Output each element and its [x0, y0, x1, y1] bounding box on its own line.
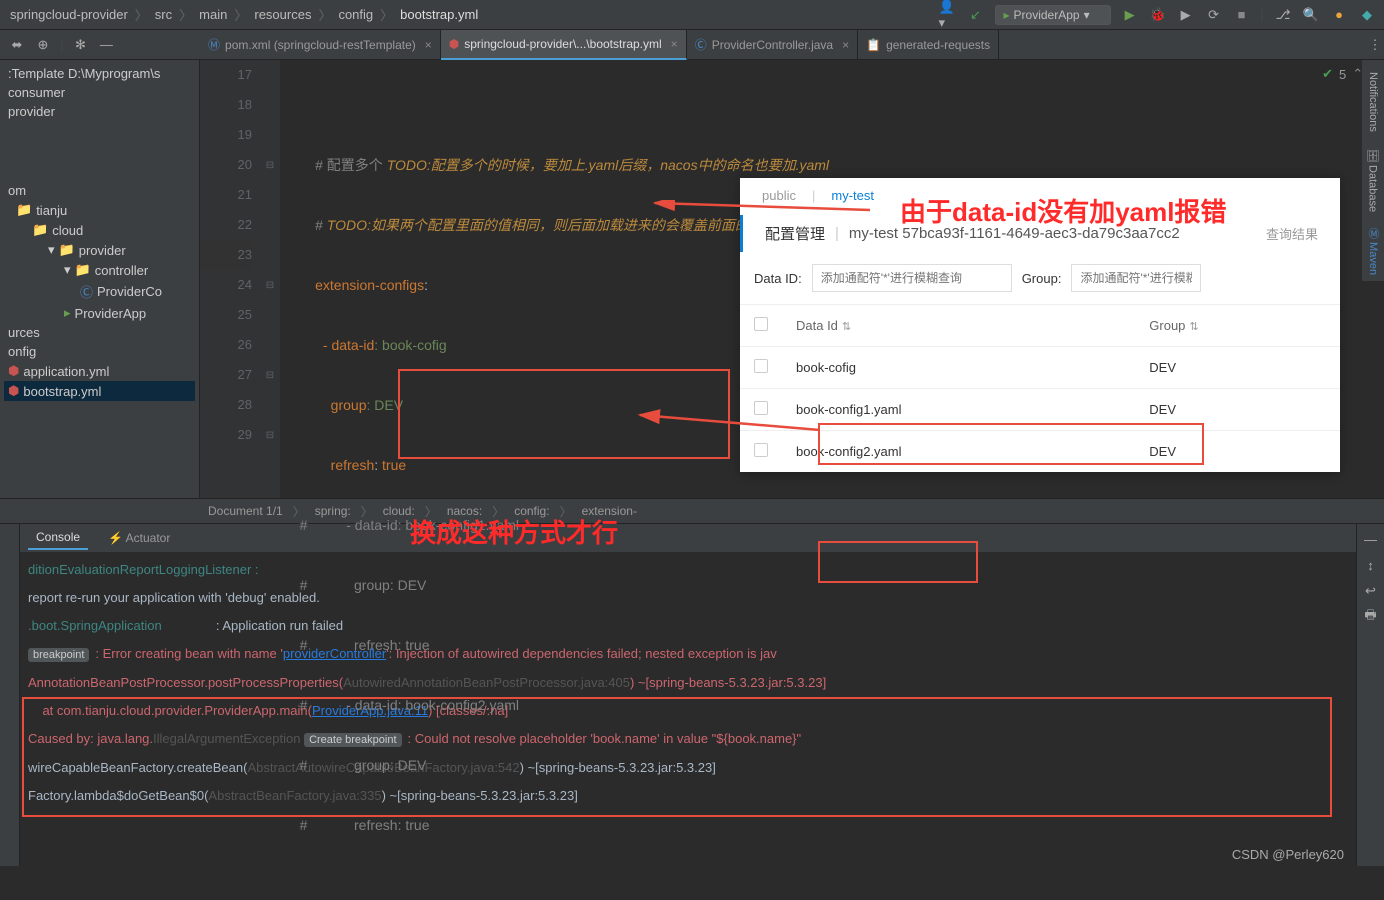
- vcs-branch-icon[interactable]: ⎇: [1274, 6, 1292, 24]
- tree-item[interactable]: consumer: [4, 83, 195, 102]
- dataid-input[interactable]: [812, 264, 1012, 292]
- th-dataid[interactable]: Data Id⇅: [782, 305, 1135, 347]
- sort-icon[interactable]: ⇅: [842, 321, 851, 333]
- tree-item[interactable]: 📁tianju: [4, 200, 195, 220]
- checkbox[interactable]: [754, 443, 768, 457]
- close-icon[interactable]: ×: [671, 37, 678, 51]
- table-row[interactable]: book-cofigDEV: [740, 347, 1340, 389]
- group-input[interactable]: [1071, 264, 1201, 292]
- project-tree: :Template D:\Myprogram\s consumer provid…: [0, 60, 200, 498]
- ide-icon[interactable]: ◆: [1358, 6, 1376, 24]
- coverage-icon[interactable]: ▶: [1177, 6, 1195, 24]
- config-table: Data Id⇅ Group⇅ book-cofigDEV book-confi…: [740, 304, 1340, 472]
- tree-item[interactable]: ▾ 📁controller: [4, 260, 195, 280]
- run-config-label: ProviderApp: [1014, 8, 1080, 22]
- tab-actuator[interactable]: ⚡ Actuator: [100, 527, 178, 549]
- th-group[interactable]: Group⇅: [1135, 305, 1340, 347]
- tree-item[interactable]: urces: [4, 323, 195, 342]
- tree-item[interactable]: 📁cloud: [4, 220, 195, 240]
- tree-item[interactable]: om: [4, 181, 195, 200]
- debug-icon[interactable]: 🐞: [1149, 6, 1167, 24]
- gutter: 17 18 19 20 21 22 23 24 25 26 27 28 29: [200, 60, 260, 498]
- watermark: CSDN @Perley620: [1232, 847, 1344, 862]
- search-icon[interactable]: 🔍: [1302, 6, 1320, 24]
- tab-label: generated-requests: [886, 38, 990, 52]
- bc-item[interactable]: resources: [252, 7, 313, 22]
- run-icon[interactable]: ▶: [1121, 6, 1139, 24]
- target-icon[interactable]: ⊕: [34, 36, 52, 54]
- maven-tab[interactable]: Ⓜ Maven: [1365, 222, 1381, 281]
- stop-icon[interactable]: ■: [1233, 6, 1251, 24]
- database-tab[interactable]: 🗄 Database: [1367, 142, 1380, 218]
- select-open-icon[interactable]: ⬌: [8, 36, 26, 54]
- avatar-icon[interactable]: ●: [1330, 6, 1348, 24]
- close-icon[interactable]: ×: [425, 38, 432, 52]
- editor-tabs: Ⓜpom.xml (springcloud-restTemplate)× ⬢sp…: [200, 30, 1384, 60]
- fold-gutter: ⊟ ⊟ ⊟⊟: [260, 60, 280, 498]
- tab-label: pom.xml (springcloud-restTemplate): [225, 38, 416, 52]
- tab-label: springcloud-provider\...\bootstrap.yml: [464, 37, 661, 51]
- bc-item[interactable]: main: [197, 7, 229, 22]
- top-toolbar: springcloud-provider〉 src〉 main〉 resourc…: [0, 0, 1384, 30]
- collapse-icon[interactable]: —: [97, 36, 115, 54]
- tree-item[interactable]: ⒸProviderCo: [4, 280, 195, 303]
- panel-tab-public[interactable]: public: [762, 188, 796, 203]
- project-toolbar: ⬌ ⊕ | ✻ —: [0, 30, 200, 60]
- tabs-row: ⬌ ⊕ | ✻ — Ⓜpom.xml (springcloud-restTemp…: [0, 30, 1384, 60]
- bc-item[interactable]: bootstrap.yml: [398, 7, 480, 22]
- tab-label: ProviderController.java: [712, 38, 833, 52]
- tree-item-selected[interactable]: ⬢bootstrap.yml: [4, 381, 195, 401]
- bc-item[interactable]: src: [153, 7, 174, 22]
- tree-root[interactable]: :Template D:\Myprogram\s: [4, 64, 195, 83]
- crumb[interactable]: Document 1/1: [206, 504, 285, 518]
- tree-item[interactable]: ▸ProviderApp: [4, 303, 195, 323]
- checkbox[interactable]: [754, 401, 768, 415]
- group-label: Group:: [1022, 271, 1062, 286]
- tree-item[interactable]: onfig: [4, 342, 195, 361]
- run-configuration[interactable]: ▸ProviderApp ▾: [995, 5, 1111, 25]
- tree-item[interactable]: provider: [4, 102, 195, 121]
- panel-tab-mytest[interactable]: my-test: [831, 188, 874, 203]
- tab-controller[interactable]: ⒸProviderController.java×: [687, 30, 858, 60]
- panel-search: Data ID: Group:: [740, 258, 1340, 304]
- tab-generated[interactable]: 📋generated-requests: [858, 30, 999, 60]
- tool-gutter: [0, 524, 20, 866]
- tree-item[interactable]: ⬢application.yml: [4, 361, 195, 381]
- sync-icon[interactable]: ↙: [967, 6, 985, 24]
- right-sidebar: Notifications 🗄 Database Ⓜ Maven: [1362, 60, 1384, 281]
- breadcrumb: springcloud-provider〉 src〉 main〉 resourc…: [8, 5, 939, 24]
- sort-icon[interactable]: ⇅: [1189, 321, 1198, 333]
- annotation-text: 由于data-id没有加yaml报错: [900, 192, 1227, 229]
- notifications-tab[interactable]: Notifications: [1367, 66, 1379, 138]
- checkbox[interactable]: [754, 359, 768, 373]
- profile-icon[interactable]: ⟳: [1205, 6, 1223, 24]
- settings-icon[interactable]: ✻: [71, 36, 89, 54]
- vcs-icon[interactable]: 👤▾: [939, 6, 957, 24]
- annotation-text: 换成这种方式才行: [410, 513, 618, 550]
- tree-item[interactable]: ▾ 📁provider: [4, 240, 195, 260]
- checkbox-all[interactable]: [754, 317, 768, 331]
- tab-bootstrap[interactable]: ⬢springcloud-provider\...\bootstrap.yml×: [441, 30, 687, 60]
- close-icon[interactable]: ×: [842, 38, 849, 52]
- tab-console[interactable]: Console: [28, 526, 88, 550]
- bc-item[interactable]: springcloud-provider: [8, 7, 130, 22]
- breakpoint-ghost[interactable]: breakpoint: [28, 648, 89, 662]
- inspection-count: 5: [1339, 67, 1346, 82]
- tab-more-icon[interactable]: ⋮: [1366, 36, 1384, 54]
- table-row[interactable]: book-config2.yamlDEV: [740, 431, 1340, 473]
- table-row[interactable]: book-config1.yamlDEV: [740, 389, 1340, 431]
- inspection-icon[interactable]: ✔: [1322, 66, 1333, 82]
- tab-pom[interactable]: Ⓜpom.xml (springcloud-restTemplate)×: [200, 30, 441, 60]
- bc-item[interactable]: config: [336, 7, 375, 22]
- dataid-label: Data ID:: [754, 271, 802, 286]
